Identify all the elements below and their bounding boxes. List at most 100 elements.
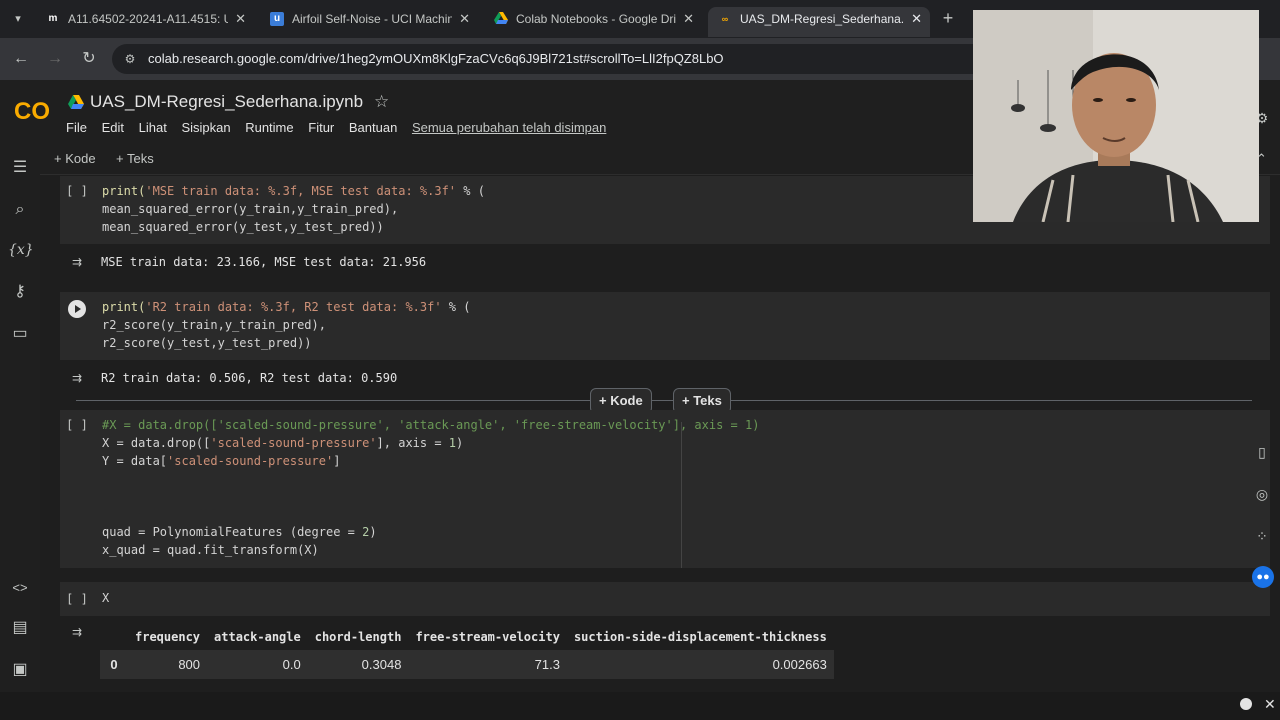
menu-help[interactable]: Bantuan [349, 120, 397, 135]
menu-runtime[interactable]: Runtime [245, 120, 293, 135]
gemini-bot-icon[interactable]: ●● [1252, 566, 1274, 588]
variables-icon[interactable]: {x} [8, 238, 34, 262]
code-token: ], axis = [376, 436, 449, 450]
secrets-key-icon[interactable]: ⚷ [8, 280, 32, 304]
browser-tab-2[interactable]: u Airfoil Self-Noise - UCI Machine ✕ [260, 7, 478, 37]
column-header[interactable]: attack-angle [207, 624, 308, 650]
output-toggle-icon[interactable]: ⇉ [66, 370, 88, 386]
notebook-title[interactable]: UAS_DM-Regresi_Sederhana.ipynb [90, 92, 363, 112]
drive-favicon-icon [494, 12, 508, 26]
drive-icon[interactable] [68, 95, 84, 109]
row-index: 0 [100, 650, 128, 679]
tab-title: UAS_DM-Regresi_Sederhana.ip [740, 12, 904, 26]
book-icon[interactable]: ▯ [1252, 442, 1272, 462]
code-line: Y = data['scaled-sound-pressure'] [102, 454, 340, 468]
code-line: x_quad = quad.fit_transform(X) [102, 543, 319, 557]
new-tab-icon[interactable]: + [938, 8, 958, 28]
colab-favicon-icon: ∞ [721, 14, 729, 24]
star-icon[interactable]: ☆ [374, 92, 389, 112]
menu-bar: File Edit Lihat Sisipkan Runtime Fitur B… [66, 120, 606, 138]
code-line: X = data.drop(['scaled-sound-pressure'],… [102, 436, 463, 450]
menu-view[interactable]: Lihat [139, 120, 167, 135]
code-string: 'scaled-sound-pressure' [210, 436, 377, 450]
dataframe-output: frequency attack-angle chord-length free… [100, 624, 834, 679]
folder-icon[interactable]: ▭ [8, 322, 32, 346]
output-toggle-icon[interactable]: ⇉ [66, 624, 88, 640]
table-of-contents-icon[interactable]: ☰ [8, 156, 32, 180]
code-token: quad = PolynomialFeatures (degree = [102, 525, 363, 539]
tab-search-icon[interactable]: ▾ [8, 9, 28, 29]
forward-icon[interactable]: → [44, 48, 66, 70]
tab-title: A11.64502-20241-A11.4515: Uj [68, 12, 228, 26]
code-line: print('MSE train data: %.3f, MSE test da… [102, 184, 485, 198]
moodle-favicon-icon: m [48, 13, 58, 24]
tab-title: Airfoil Self-Noise - UCI Machine [292, 12, 452, 26]
code-token: print( [102, 300, 146, 314]
add-text-button[interactable]: + Teks [116, 151, 154, 166]
code-cell[interactable]: [ ] X [60, 582, 1270, 616]
column-header[interactable]: free-stream-velocity [408, 624, 567, 650]
output-toggle-icon[interactable]: ⇉ [66, 254, 88, 270]
browser-tab-3[interactable]: Colab Notebooks - Google Dri ✕ [484, 7, 702, 37]
table-cell: 800 [128, 650, 208, 679]
url-text[interactable]: colab.research.google.com/drive/1heg2ymO… [148, 51, 724, 66]
code-string: 'scaled-sound-pressure' [167, 454, 334, 468]
run-cell-button[interactable]: [ ] [66, 182, 88, 200]
broadcast-icon[interactable]: ◎ [1252, 484, 1272, 504]
close-icon[interactable]: ✕ [1264, 696, 1276, 713]
webcam-overlay [973, 10, 1259, 222]
add-code-button[interactable]: + Kode [54, 151, 96, 166]
cell-output: R2 train data: 0.506, R2 test data: 0.59… [101, 371, 398, 385]
menu-tools[interactable]: Fitur [308, 120, 334, 135]
ruler-line [681, 422, 682, 568]
close-icon[interactable]: ✕ [459, 7, 470, 31]
terminal-icon[interactable]: ▣ [8, 658, 32, 682]
table-header-row: frequency attack-angle chord-length free… [100, 624, 834, 650]
code-cell[interactable]: [ ] #X = data.drop(['scaled-sound-pressu… [60, 410, 1270, 568]
site-info-icon[interactable]: ⚙ [122, 51, 138, 67]
reload-icon[interactable]: ↻ [78, 48, 100, 70]
left-sidebar: ☰ ⌕ {x} ⚷ ▭ <> ▤ ▣ [0, 144, 40, 700]
table-row: 0 800 0.0 0.3048 71.3 0.002663 [100, 650, 834, 679]
code-cell[interactable]: print('R2 train data: %.3f, R2 test data… [60, 292, 1270, 360]
search-icon[interactable]: ⌕ [8, 198, 32, 222]
insert-divider [76, 400, 1252, 401]
colab-logo-icon[interactable]: CO [14, 98, 54, 124]
apps-icon[interactable]: ⁘ [1252, 526, 1272, 546]
code-comment: #X = data.drop(['scaled-sound-pressure',… [102, 418, 760, 432]
code-token: ) [369, 525, 377, 539]
run-cell-button[interactable]: [ ] [66, 416, 88, 434]
status-bar: ✕ [0, 692, 1280, 720]
table-cell: 0.002663 [566, 650, 834, 679]
cell-output: MSE train data: 23.166, MSE test data: 2… [101, 255, 427, 269]
code-line: print('R2 train data: %.3f, R2 test data… [102, 300, 470, 314]
menu-edit[interactable]: Edit [102, 120, 124, 135]
uci-favicon-icon: u [270, 12, 284, 26]
save-status-link[interactable]: Semua perubahan telah disimpan [412, 120, 606, 135]
menu-insert[interactable]: Sisipkan [181, 120, 230, 135]
close-icon[interactable]: ✕ [235, 7, 246, 31]
table-cell: 71.3 [408, 650, 567, 679]
close-icon[interactable]: ✕ [911, 7, 922, 31]
webcam-person-image [973, 10, 1259, 222]
column-header[interactable]: frequency [128, 624, 207, 650]
code-string: 'MSE train data: %.3f, MSE test data: %.… [145, 184, 457, 198]
table-cell: 0.3048 [307, 650, 409, 679]
command-palette-icon[interactable]: ▤ [8, 616, 32, 640]
code-token: % ( [441, 300, 471, 314]
code-number: 1 [448, 436, 457, 450]
browser-tab-4[interactable]: ∞ UAS_DM-Regresi_Sederhana.ip ✕ [708, 7, 930, 37]
back-icon[interactable]: ← [10, 48, 32, 70]
column-header[interactable]: chord-length [308, 624, 409, 650]
code-line: r2_score(y_test,y_test_pred)) [102, 336, 312, 350]
browser-tab-1[interactable]: m A11.64502-20241-A11.4515: Uj ✕ [36, 7, 254, 37]
code-token: print( [102, 184, 146, 198]
code-line: mean_squared_error(y_train,y_train_pred)… [102, 202, 399, 216]
column-header[interactable]: suction-side-displacement-thickness [567, 624, 834, 650]
run-cell-button[interactable]: [ ] [66, 590, 88, 608]
menu-file[interactable]: File [66, 120, 87, 135]
close-icon[interactable]: ✕ [683, 7, 694, 31]
code-snippets-icon[interactable]: <> [8, 576, 32, 600]
code-token: Y = data[ [102, 454, 168, 468]
play-icon[interactable] [68, 300, 86, 318]
